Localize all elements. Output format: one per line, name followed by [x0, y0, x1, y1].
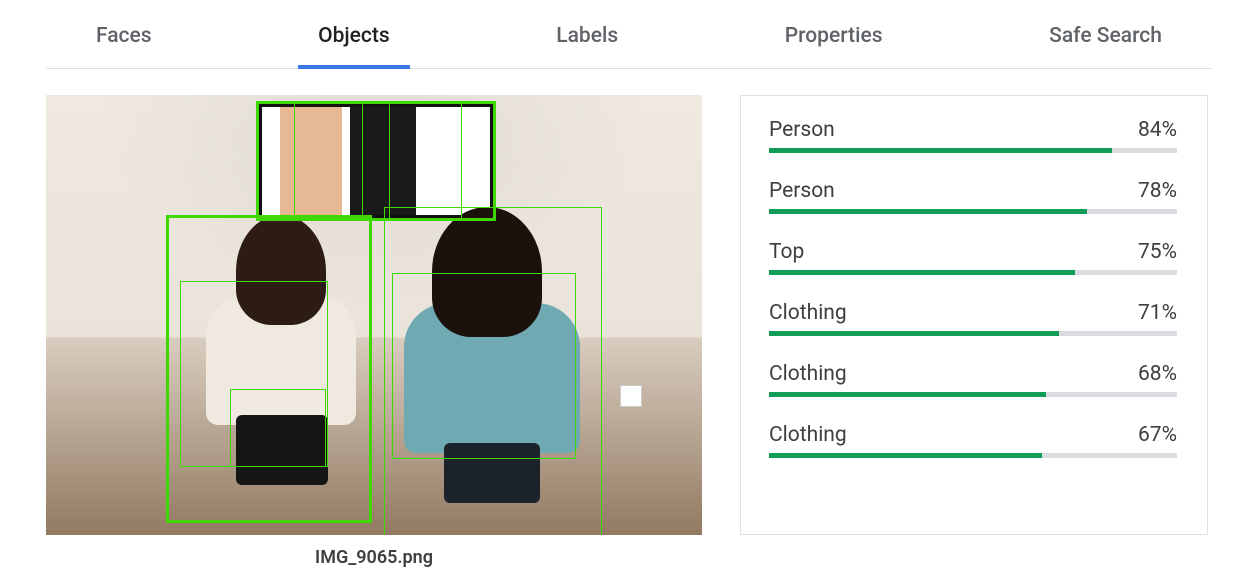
- object-score: 78%: [1138, 179, 1177, 203]
- confidence-bar: [769, 392, 1177, 397]
- bounding-box[interactable]: [392, 273, 576, 459]
- tab-labels[interactable]: Labels: [536, 0, 638, 68]
- confidence-bar: [769, 331, 1177, 336]
- object-score: 71%: [1138, 301, 1177, 325]
- object-result-row[interactable]: Person 78%: [769, 179, 1207, 214]
- object-result-row[interactable]: Clothing 68%: [769, 362, 1207, 397]
- confidence-bar: [769, 148, 1177, 153]
- object-label: Clothing: [769, 362, 847, 386]
- tab-safe-search[interactable]: Safe Search: [1029, 0, 1182, 68]
- objects-results-panel[interactable]: Person84%Person78%Top75%Clothing71%Cloth…: [740, 95, 1208, 535]
- object-result-row[interactable]: Person 84%: [769, 118, 1207, 153]
- object-label: Top: [769, 240, 804, 264]
- confidence-bar: [769, 209, 1177, 214]
- object-result-row[interactable]: Clothing 71%: [769, 301, 1207, 336]
- confidence-bar: [769, 453, 1177, 458]
- object-score: 75%: [1138, 240, 1177, 264]
- analyzed-image: [46, 95, 702, 535]
- object-result-row[interactable]: Clothing 67%: [769, 423, 1207, 458]
- object-score: 67%: [1138, 423, 1177, 447]
- bounding-box[interactable]: [230, 389, 326, 467]
- image-filename: IMG_9065.png: [46, 547, 702, 568]
- object-label: Clothing: [769, 301, 847, 325]
- bounding-box[interactable]: [362, 103, 462, 221]
- tab-properties[interactable]: Properties: [765, 0, 903, 68]
- tab-objects[interactable]: Objects: [298, 0, 410, 68]
- object-label: Clothing: [769, 423, 847, 447]
- tabs-bar: Faces Objects Labels Properties Safe Search: [46, 0, 1212, 69]
- tab-faces[interactable]: Faces: [76, 0, 172, 68]
- object-result-row[interactable]: Top 75%: [769, 240, 1207, 275]
- object-score: 84%: [1138, 118, 1177, 142]
- confidence-bar: [769, 270, 1177, 275]
- object-score: 68%: [1138, 362, 1177, 386]
- object-label: Person: [769, 118, 835, 142]
- object-label: Person: [769, 179, 835, 203]
